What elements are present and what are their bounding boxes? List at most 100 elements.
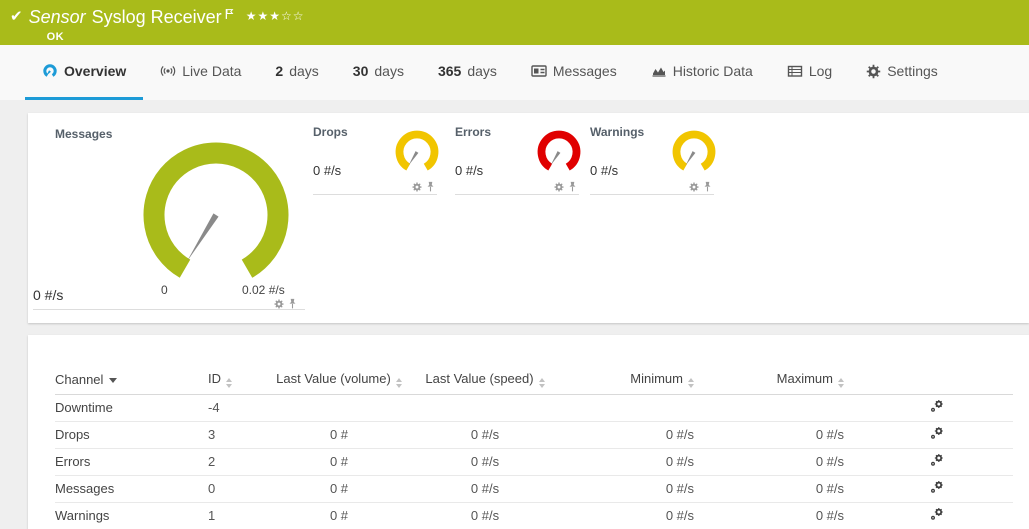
tab-live-data[interactable]: Live Data — [143, 45, 258, 100]
channel-name: Messages — [55, 475, 208, 502]
channel-id: 3 — [208, 421, 268, 448]
messages-gauge — [136, 135, 296, 295]
tab-label: Overview — [64, 63, 126, 79]
column-header-last-value-volume[interactable]: Last Value (volume) — [268, 366, 410, 394]
ok-check-icon: ✔ — [10, 7, 23, 27]
gauge-title-messages: Messages — [55, 127, 112, 141]
table-header-row: Channel ID Last Value (volume) Last Valu… — [55, 366, 1013, 394]
channel-name: Errors — [55, 448, 208, 475]
channel-settings-icon[interactable] — [930, 426, 944, 440]
tab-label: Settings — [887, 63, 938, 79]
pin-icon[interactable] — [426, 181, 435, 192]
channel-settings-cell — [860, 475, 1013, 502]
table-row-errors: Errors 2 0 # 0 #/s 0 #/s 0 #/s — [55, 448, 1013, 475]
gauge-settings-icon[interactable] — [274, 299, 284, 309]
tab-historic-data[interactable]: Historic Data — [634, 45, 770, 100]
minimum-value: 0 #/s — [560, 421, 710, 448]
channel-settings-icon[interactable] — [930, 453, 944, 467]
gauge-title-drops: Drops — [313, 125, 348, 139]
tab-messages[interactable]: Messages — [514, 45, 634, 100]
gauge-settings-icon[interactable] — [689, 182, 699, 192]
table-row-warnings: Warnings 1 0 # 0 #/s 0 #/s 0 #/s — [55, 502, 1013, 529]
tab-number: 2 — [275, 63, 283, 79]
column-header-last-value-speed[interactable]: Last Value (speed) — [410, 366, 560, 394]
channel-settings-icon[interactable] — [930, 480, 944, 494]
errors-gauge — [536, 129, 582, 175]
channel-id: -4 — [208, 394, 268, 421]
messages-icon — [531, 63, 547, 79]
maximum-value — [710, 394, 860, 421]
tab-log[interactable]: Log — [770, 45, 849, 100]
gauge-controls — [554, 181, 577, 192]
tab-label: days — [467, 63, 497, 79]
gauge-needle — [184, 213, 218, 263]
last-value-speed: 0 #/s — [410, 475, 560, 502]
column-header-id[interactable]: ID — [208, 366, 268, 394]
maximum-value: 0 #/s — [710, 421, 860, 448]
gauge-title-warnings: Warnings — [590, 125, 644, 139]
channel-id: 0 — [208, 475, 268, 502]
status-badge: OK — [47, 31, 305, 43]
column-header-maximum[interactable]: Maximum — [710, 366, 860, 394]
sort-icon — [688, 378, 694, 388]
channel-settings-icon[interactable] — [930, 507, 944, 521]
column-header-channel[interactable]: Channel — [55, 366, 208, 394]
tab-30-days[interactable]: 30 days — [336, 45, 421, 100]
pin-icon[interactable] — [703, 181, 712, 192]
last-value-volume: 0 # — [268, 448, 410, 475]
sort-icon — [838, 378, 844, 388]
sort-icon — [226, 378, 232, 388]
tab-label: Log — [809, 63, 832, 79]
sensor-header: ✔ Sensor Syslog Receiver ★★★☆☆ OK — [0, 0, 1029, 45]
tab-label: Live Data — [182, 63, 241, 79]
drops-gauge — [394, 129, 440, 175]
channel-name: Downtime — [55, 394, 208, 421]
column-header-minimum[interactable]: Minimum — [560, 366, 710, 394]
last-value-speed: 0 #/s — [410, 421, 560, 448]
warnings-gauge-card: Warnings 0 #/s — [590, 125, 714, 195]
gauge-controls — [412, 181, 435, 192]
channel-id: 2 — [208, 448, 268, 475]
gauge-arc — [400, 135, 435, 168]
table-row-drops: Drops 3 0 # 0 #/s 0 #/s 0 #/s — [55, 421, 1013, 448]
sort-icon — [539, 378, 545, 388]
channel-settings-icon[interactable] — [930, 399, 944, 413]
gauge-settings-icon[interactable] — [554, 182, 564, 192]
prtg-sensor-page: ✔ Sensor Syslog Receiver ★★★☆☆ OK — [0, 0, 1029, 529]
tab-overview[interactable]: Overview — [25, 45, 143, 100]
gauge-icon — [42, 63, 58, 79]
tab-number: 30 — [353, 63, 369, 79]
gauge-arc — [154, 153, 278, 269]
column-label: Last Value (speed) — [425, 371, 533, 386]
column-label: ID — [208, 371, 221, 386]
minimum-value: 0 #/s — [560, 502, 710, 529]
gauge-value-errors: 0 #/s — [455, 163, 483, 178]
tab-label: Historic Data — [673, 63, 753, 79]
drops-gauge-card: Drops 0 #/s — [313, 125, 437, 195]
priority-stars[interactable]: ★★★☆☆ — [246, 6, 305, 27]
last-value-speed: 0 #/s — [410, 448, 560, 475]
stars-filled: ★★★ — [246, 9, 281, 23]
channel-name: Warnings — [55, 502, 208, 529]
column-label: Maximum — [777, 371, 833, 386]
gauge-settings-icon[interactable] — [412, 182, 422, 192]
gauges-panel: Messages 0 0.02 #/s 0 #/s Drops 0 #/s — [28, 113, 1029, 323]
last-value-speed — [410, 394, 560, 421]
tab-365-days[interactable]: 365 days — [421, 45, 514, 100]
gear-icon — [866, 64, 881, 79]
tab-bar: Overview Live Data 2 days 30 days 365 da… — [0, 45, 1029, 100]
pin-icon[interactable] — [288, 298, 297, 309]
gauge-title-errors: Errors — [455, 125, 491, 139]
last-value-volume: 0 # — [268, 421, 410, 448]
tab-settings[interactable]: Settings — [849, 45, 955, 100]
maximum-value: 0 #/s — [710, 448, 860, 475]
minimum-value: 0 #/s — [560, 475, 710, 502]
page-title: Syslog Receiver — [92, 7, 222, 28]
maximum-value: 0 #/s — [710, 502, 860, 529]
tab-label: days — [374, 63, 404, 79]
priority-flag-icon[interactable] — [225, 5, 234, 26]
tab-2-days[interactable]: 2 days — [258, 45, 335, 100]
table-row-messages: Messages 0 0 # 0 #/s 0 #/s 0 #/s — [55, 475, 1013, 502]
pin-icon[interactable] — [568, 181, 577, 192]
channel-settings-cell — [860, 502, 1013, 529]
